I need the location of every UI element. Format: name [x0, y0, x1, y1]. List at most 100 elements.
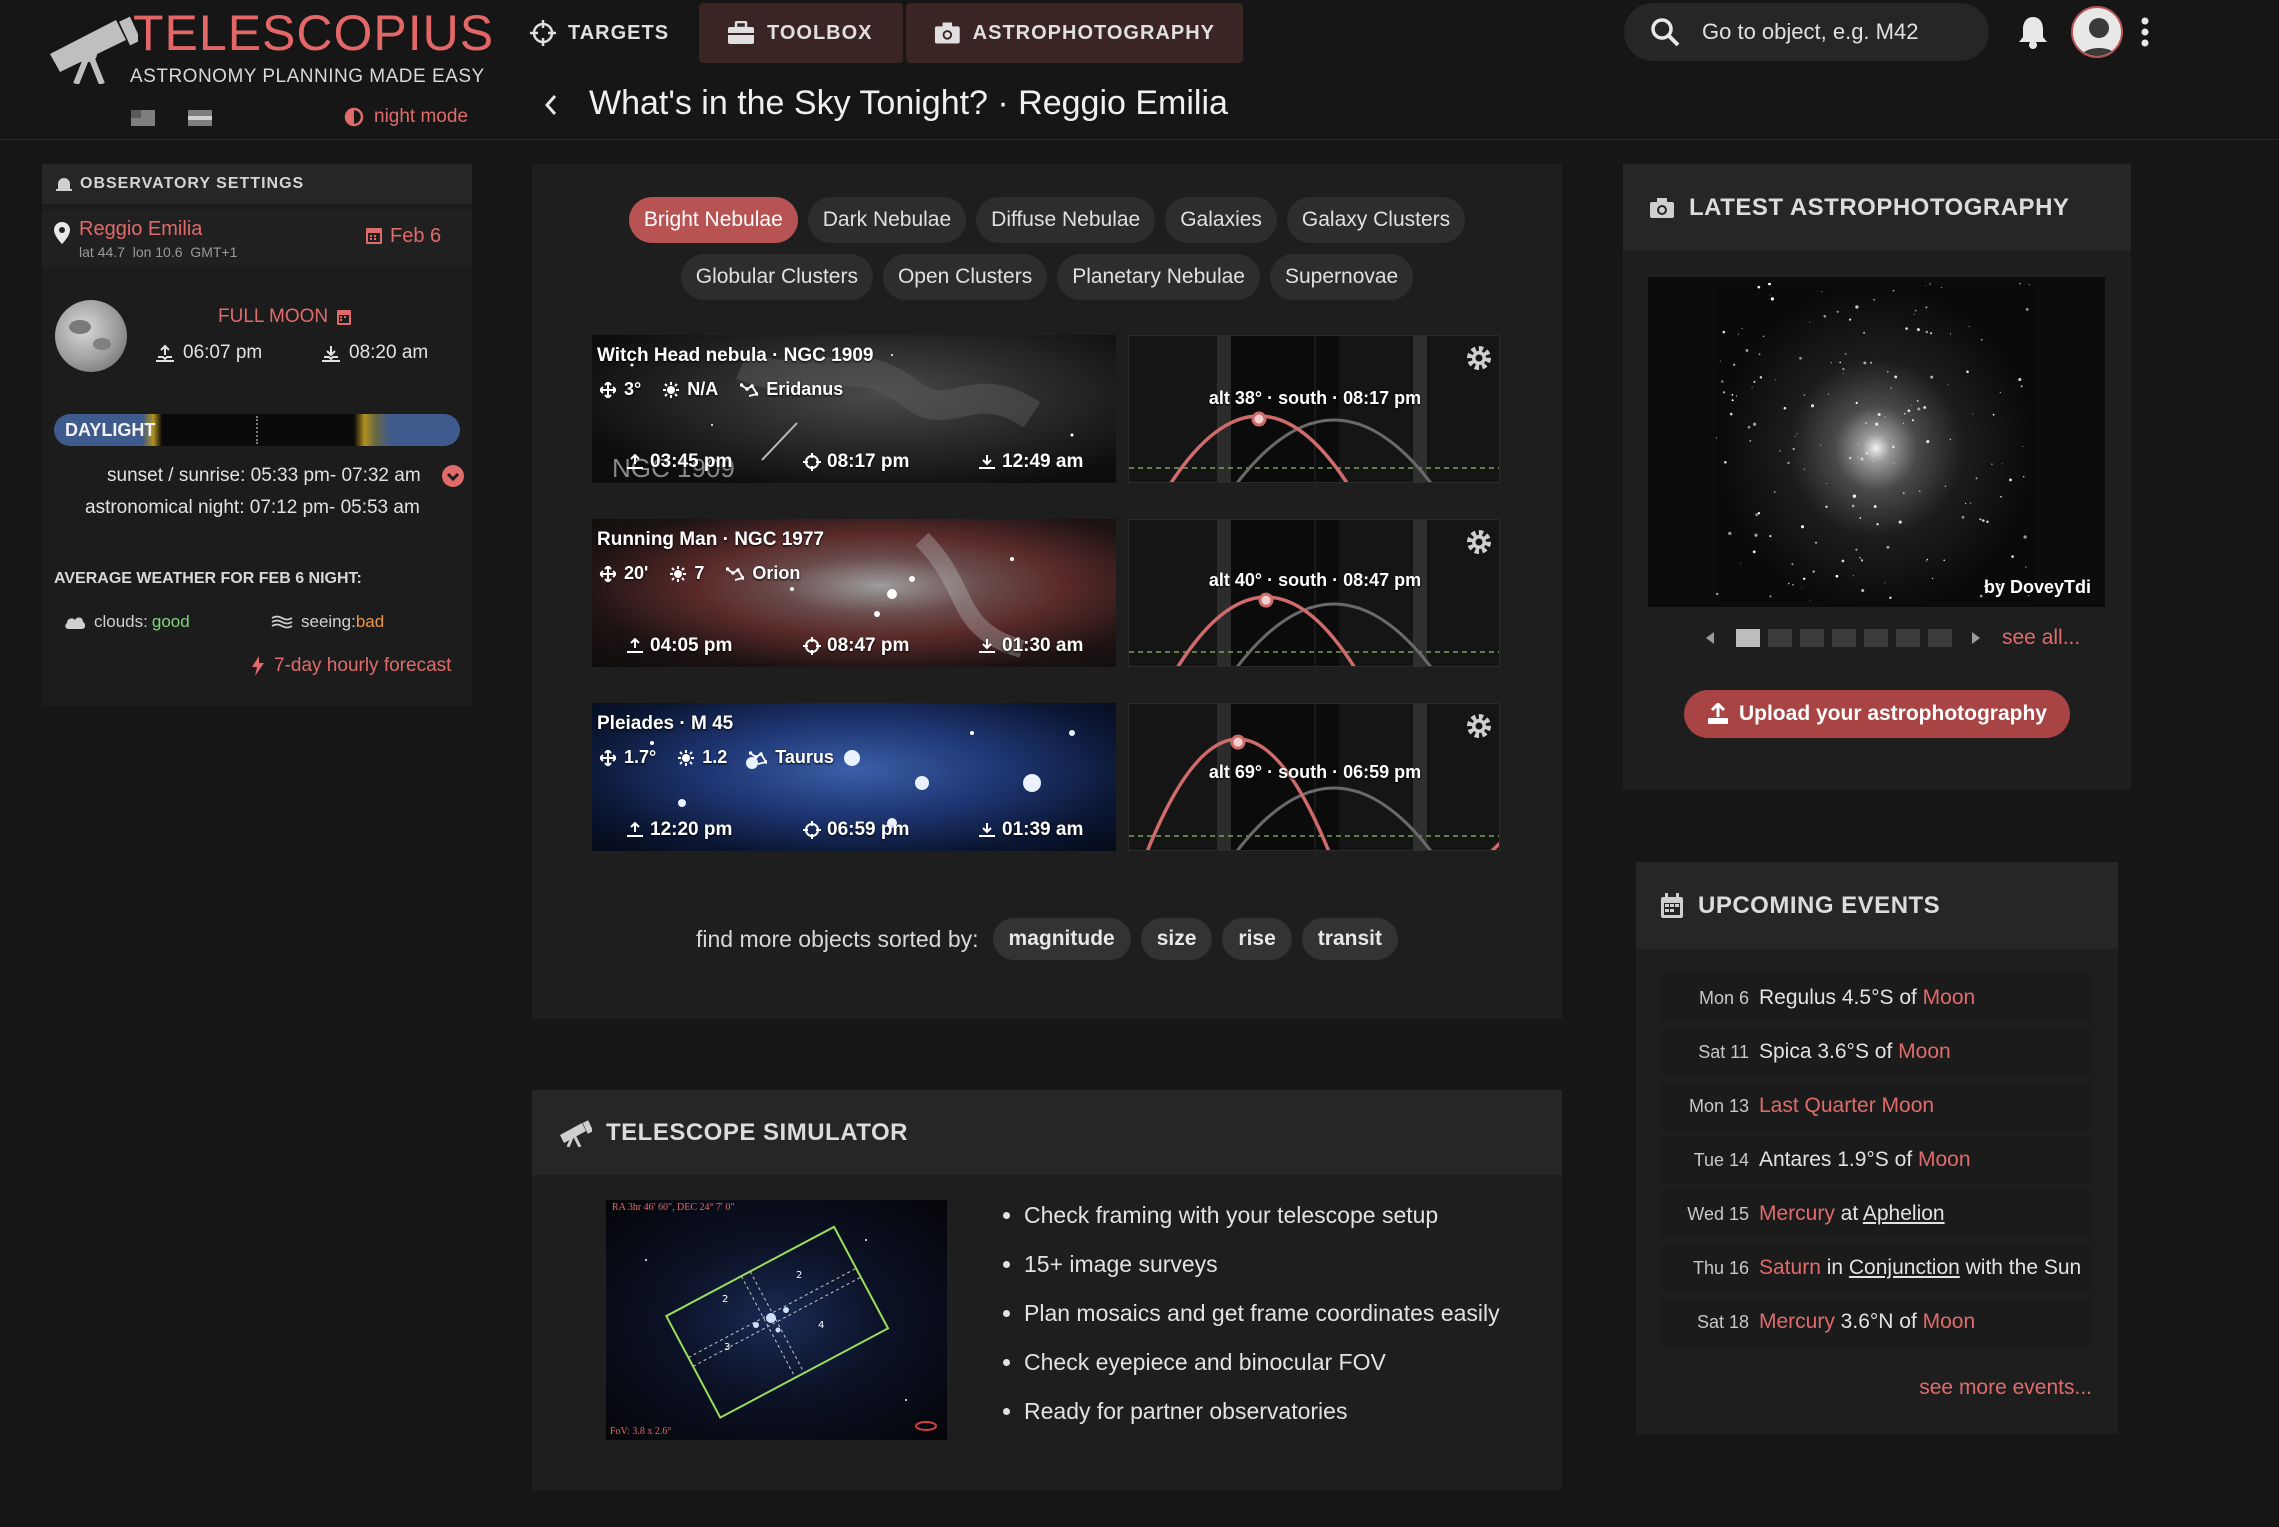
nav-astrophotography[interactable]: ASTROPHOTOGRAPHY [906, 3, 1243, 63]
filter-bright-nebulae[interactable]: Bright Nebulae [628, 197, 798, 243]
event-text-part[interactable]: Last Quarter Moon [1759, 1094, 1934, 1117]
location-row[interactable]: Reggio Emilia lat 44.7 lon 10.6 GMT+1 Fe… [42, 210, 472, 266]
sort-size-button[interactable]: size [1140, 918, 1213, 960]
photo-credit[interactable]: by DoveyTdi [1984, 577, 2091, 598]
star [1868, 414, 1870, 416]
object-thumbnail[interactable]: Running Man · NGC 1977 20' 7 Orion 04:05… [592, 519, 1116, 667]
star [1886, 545, 1890, 549]
featured-astrophoto[interactable]: by DoveyTdi [1648, 277, 2105, 607]
event-row[interactable]: Tue 14 Antares 1.9°S of Moon [1661, 1136, 2093, 1184]
sort-transit-button[interactable]: transit [1301, 918, 1398, 960]
event-description[interactable]: Last Quarter Moon [1759, 1094, 1934, 1118]
back-chevron-icon[interactable] [544, 94, 558, 116]
event-row[interactable]: Wed 15 Mercury at Aphelion [1661, 1190, 2093, 1238]
filter-globular-clusters[interactable]: Globular Clusters [680, 254, 873, 300]
event-description[interactable]: Antares 1.9°S of Moon [1759, 1148, 1971, 1172]
filter-galaxy-clusters[interactable]: Galaxy Clusters [1286, 197, 1466, 243]
nav-targets[interactable]: TARGETS [502, 3, 697, 63]
filter-supernovae[interactable]: Supernovae [1269, 254, 1414, 300]
carousel-dot-active[interactable] [1736, 629, 1760, 647]
nav-toolbox[interactable]: TOOLBOX [699, 3, 903, 63]
event-text-part[interactable]: Moon [1918, 1148, 1971, 1171]
star [1810, 404, 1815, 408]
event-row[interactable]: Sat 11 Spica 3.6°S of Moon [1661, 1028, 2093, 1076]
hourly-forecast-link[interactable]: 7-day hourly forecast [252, 655, 451, 677]
logo-title[interactable]: TELESCOPIUS [133, 4, 494, 62]
event-description[interactable]: Mercury at Aphelion [1759, 1202, 1945, 1226]
object-name[interactable]: Running Man · NGC 1977 [597, 529, 824, 551]
event-row[interactable]: Thu 16 Saturn in Conjunction with the Sun [1661, 1244, 2093, 1292]
observing-date[interactable]: Feb 6 [390, 225, 441, 248]
simulator-preview-image[interactable]: 2 2 3 4 RA 3hr 46' 60", DEC 24° 7' 0" Fo… [606, 1200, 947, 1440]
star [1863, 331, 1866, 334]
upload-astrophotography-button[interactable]: Upload your astrophotography [1684, 690, 2070, 738]
carousel-dot[interactable] [1832, 629, 1856, 647]
see-all-link[interactable]: see all... [2002, 626, 2080, 650]
daylight-bar[interactable]: DAYLIGHT [54, 414, 460, 446]
avatar[interactable] [2071, 6, 2123, 58]
moonrise: 06:07 pm [155, 342, 262, 364]
more-menu-icon[interactable] [2138, 16, 2152, 48]
star [1919, 490, 1921, 492]
gear-icon[interactable] [1465, 528, 1493, 556]
gear-icon[interactable] [1465, 712, 1493, 740]
moonrise-icon [156, 344, 174, 362]
gear-icon[interactable] [1465, 344, 1493, 372]
sort-rise-button[interactable]: rise [1222, 918, 1292, 960]
event-text-part[interactable]: Mercury [1759, 1310, 1835, 1333]
carousel-prev-icon[interactable] [1704, 630, 1716, 646]
telescope-logo-icon[interactable] [46, 14, 138, 84]
event-row[interactable]: Mon 13 Last Quarter Moon [1661, 1082, 2093, 1130]
filter-galaxies[interactable]: Galaxies [1165, 197, 1277, 243]
carousel-dot[interactable] [1800, 629, 1824, 647]
crosshair-icon [530, 20, 556, 46]
event-description[interactable]: Spica 3.6°S of Moon [1759, 1040, 1951, 1064]
see-more-events-link[interactable]: see more events... [1760, 1376, 2092, 1400]
event-text-part[interactable]: Moon [1923, 1310, 1976, 1333]
carousel-next-icon[interactable] [1970, 630, 1982, 646]
search-box[interactable]: Go to object, e.g. M42 [1624, 3, 1989, 61]
carousel-dot[interactable] [1768, 629, 1792, 647]
carousel-dot[interactable] [1928, 629, 1952, 647]
bell-icon[interactable] [2016, 14, 2050, 50]
night-mode-toggle[interactable]: night mode [344, 106, 468, 128]
event-text-part[interactable]: Mercury [1759, 1202, 1835, 1225]
calendar-small-icon[interactable] [336, 308, 352, 326]
star [1873, 298, 1875, 301]
location-name[interactable]: Reggio Emilia [79, 218, 202, 241]
event-description[interactable]: Regulus 4.5°S of Moon [1759, 986, 1975, 1010]
transit-crosshair-icon [803, 637, 821, 655]
size-arrows-icon [600, 381, 616, 398]
filter-diffuse-nebulae[interactable]: Diffuse Nebulae [976, 197, 1156, 243]
event-text-part[interactable]: Saturn [1759, 1256, 1821, 1279]
event-row[interactable]: Mon 6 Regulus 4.5°S of Moon [1661, 974, 2093, 1022]
object-name[interactable]: Pleiades · M 45 [597, 713, 733, 735]
star [1825, 482, 1827, 485]
event-text-part[interactable]: Moon [1898, 1040, 1951, 1063]
filter-open-clusters[interactable]: Open Clusters [882, 254, 1048, 300]
chevron-down-circle-icon[interactable] [442, 465, 464, 487]
event-text-part[interactable]: Moon [1923, 986, 1976, 1009]
us-flag-icon[interactable] [131, 110, 155, 126]
simulator-heading: TELESCOPE SIMULATOR [606, 1118, 908, 1146]
star [1769, 294, 1771, 296]
filter-dark-nebulae[interactable]: Dark Nebulae [807, 197, 967, 243]
search-input[interactable]: Go to object, e.g. M42 [1702, 19, 1918, 45]
object-thumbnail[interactable]: Pleiades · M 45 1.7° 1.2 Taurus 12:20 pm… [592, 703, 1116, 851]
event-row[interactable]: Sat 18 Mercury 3.6°N of Moon [1661, 1298, 2093, 1346]
altitude-chart[interactable]: alt 38° · south · 08:17 pm [1128, 335, 1500, 483]
event-date: Sat 18 [1696, 1311, 1749, 1332]
filter-planetary-nebulae[interactable]: Planetary Nebulae [1057, 254, 1260, 300]
event-description[interactable]: Mercury 3.6°N of Moon [1759, 1310, 1975, 1334]
italy-flag-icon[interactable] [188, 110, 212, 126]
object-name[interactable]: Witch Head nebula · NGC 1909 [597, 345, 873, 367]
altitude-chart[interactable]: alt 69° · south · 06:59 pm [1128, 703, 1500, 851]
event-text-part[interactable]: Conjunction [1849, 1256, 1960, 1279]
altitude-chart[interactable]: alt 40° · south · 08:47 pm [1128, 519, 1500, 667]
object-thumbnail[interactable]: NGC 1909 Witch Head nebula · NGC 1909 3°… [592, 335, 1116, 483]
carousel-dot[interactable] [1864, 629, 1888, 647]
carousel-dot[interactable] [1896, 629, 1920, 647]
sort-magnitude-button[interactable]: magnitude [992, 918, 1131, 960]
event-description[interactable]: Saturn in Conjunction with the Sun [1759, 1256, 2081, 1280]
event-text-part[interactable]: Aphelion [1863, 1202, 1945, 1225]
